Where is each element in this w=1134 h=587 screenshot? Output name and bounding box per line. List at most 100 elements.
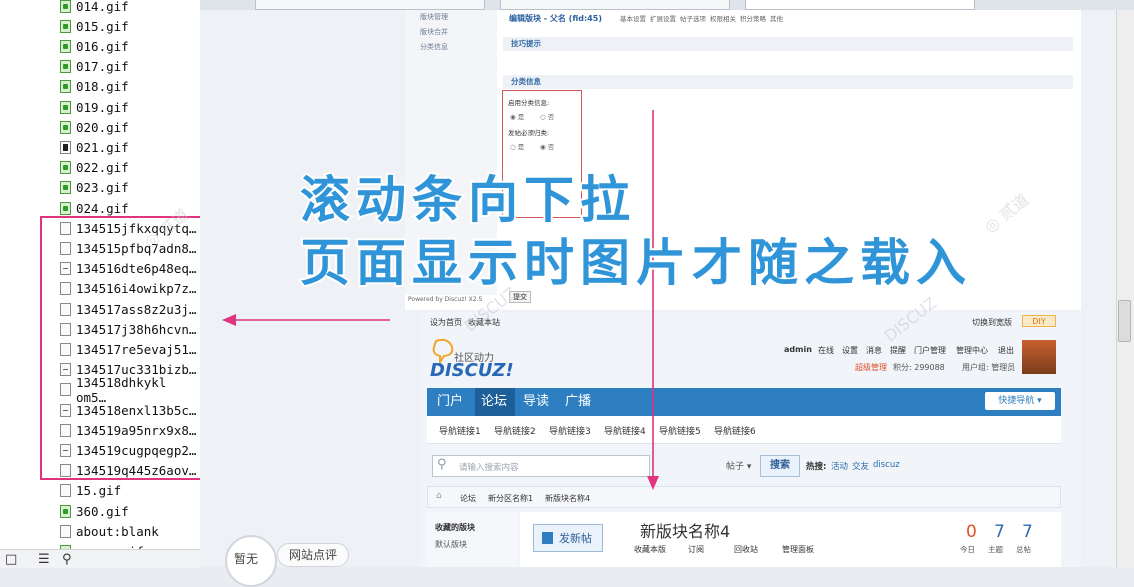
hot-term[interactable]: discuz — [873, 460, 900, 470]
file-list-item[interactable]: 015.gif — [60, 16, 200, 36]
radio-no-2[interactable]: ◉ 否 — [540, 141, 554, 151]
search-icon[interactable]: ⚲ — [62, 552, 72, 567]
admin-tab[interactable]: 权限相关 — [710, 13, 736, 23]
user-name[interactable]: admin — [784, 345, 812, 354]
new-post-button[interactable]: 发新帖 — [533, 524, 603, 552]
user-menu: 在线 设置 消息 提醒 门户管理 管理中心 退出 — [818, 345, 1048, 357]
rating-label: 暂无 — [234, 552, 259, 566]
search-button[interactable]: 搜索 — [760, 455, 800, 477]
file-name: 016.gif — [76, 38, 129, 54]
gif-icon — [60, 201, 71, 215]
caption-line-2: 页面显示时图片才随之载入 — [298, 232, 972, 294]
search-input[interactable]: 请输入搜索内容 — [459, 461, 519, 473]
note-icon — [542, 532, 553, 544]
radio-yes-2[interactable]: ○ 是 — [510, 141, 524, 151]
admin-tab[interactable]: 基本设置 — [620, 13, 646, 23]
admin-tabs: 基本设置 扩展设置 帖子选项 权限相关 积分策略 其他 — [620, 13, 920, 25]
diy-button[interactable]: DIY — [1022, 315, 1056, 327]
file-list-item[interactable]: 020.gif — [60, 117, 200, 137]
site-review-button[interactable]: 网站点评 — [277, 543, 349, 567]
file-list-item[interactable]: 15.gif — [60, 481, 200, 501]
subnav-link[interactable]: 导航链接5 — [659, 424, 701, 437]
stat-label: 主题 — [988, 545, 1003, 554]
breadcrumb-section[interactable]: 新分区名称1 — [488, 493, 533, 504]
admin-side-link[interactable]: 版块管理 — [420, 12, 448, 22]
nav-portal[interactable]: 门户 — [437, 388, 463, 416]
sidebar-item[interactable]: 默认版块 — [435, 539, 467, 550]
board-action[interactable]: 收藏本版 — [634, 544, 666, 555]
user-menu-item[interactable]: 门户管理 — [914, 345, 946, 356]
avatar[interactable] — [1022, 340, 1056, 374]
board-action[interactable]: 管理面板 — [782, 544, 814, 555]
user-menu-item[interactable]: 设置 — [842, 345, 858, 356]
nav-broadcast[interactable]: 广播 — [565, 388, 591, 416]
sidebar-title: 收藏的版块 — [435, 523, 475, 532]
scrollbar-thumb[interactable] — [1118, 300, 1131, 342]
board-action[interactable]: 订阅 — [688, 544, 704, 555]
file-list-item[interactable]: 022.gif — [60, 158, 200, 178]
file-list-item[interactable]: 021.gif — [60, 137, 200, 157]
admin-tab[interactable]: 积分策略 — [740, 13, 766, 23]
user-group[interactable]: 超级管理 — [855, 362, 887, 373]
user-menu-item[interactable]: 管理中心 — [956, 345, 988, 356]
stat-value: 7 — [1022, 522, 1033, 542]
subnav-link[interactable]: 导航链接1 — [439, 424, 481, 437]
admin-tab[interactable]: 其他 — [770, 13, 783, 23]
file-name: 023.gif — [76, 180, 129, 196]
admin-tab[interactable]: 帖子选项 — [680, 13, 706, 23]
admin-side-link[interactable]: 版块合并 — [420, 27, 448, 37]
hot-term[interactable]: 活动 — [831, 460, 848, 472]
file-list-item[interactable]: 018.gif — [60, 77, 200, 97]
file-list-item[interactable]: 014.gif — [60, 0, 200, 16]
hot-term[interactable]: 交友 — [852, 460, 869, 472]
browser-tab-active[interactable] — [745, 0, 975, 10]
user-menu-item[interactable]: 在线 — [818, 345, 834, 356]
user-group-label[interactable]: 用户组: 管理员 — [962, 362, 1015, 373]
subnav-link[interactable]: 导航链接3 — [549, 424, 591, 437]
nav-forum[interactable]: 论坛 — [481, 388, 507, 416]
list-icon[interactable]: ☰ — [38, 552, 50, 567]
file-list-item[interactable]: 019.gif — [60, 97, 200, 117]
file-list-item[interactable]: 023.gif — [60, 178, 200, 198]
gif-icon — [60, 161, 71, 175]
home-icon[interactable]: ⌂ — [436, 491, 442, 501]
gif-icon — [60, 0, 71, 13]
file-list-item[interactable]: 016.gif — [60, 36, 200, 56]
admin-tab[interactable]: 扩展设置 — [650, 13, 676, 23]
browser-tab[interactable] — [500, 0, 730, 10]
square-icon[interactable]: □ — [5, 552, 17, 567]
user-menu-item[interactable]: 提醒 — [890, 345, 906, 356]
radio-no[interactable]: ○ 否 — [540, 111, 554, 121]
stat-label: 今日 — [960, 545, 975, 554]
subnav-link[interactable]: 导航链接4 — [604, 424, 646, 437]
set-homepage-link[interactable]: 设为首页 — [430, 317, 462, 328]
quick-nav-button[interactable]: 快捷导航 ▾ — [985, 392, 1055, 410]
breadcrumb-forum[interactable]: 论坛 — [460, 493, 476, 504]
radio-yes[interactable]: ◉ 是 — [510, 111, 524, 121]
option-required-label: 发帖必须归类: — [508, 129, 550, 137]
hot-label: 热搜: — [806, 462, 827, 472]
user-menu-item[interactable]: 退出 — [998, 345, 1014, 356]
admin-powered: Powered by Discuz! X2.5 — [408, 296, 483, 303]
board-action[interactable]: 回收站 — [734, 544, 758, 555]
breadcrumb-board[interactable]: 新版块名称4 — [545, 493, 590, 504]
file-list-item[interactable]: about:blank — [60, 521, 200, 541]
file-name: 017.gif — [76, 59, 129, 75]
highlight-box — [40, 216, 208, 480]
admin-side-link[interactable]: 分类信息 — [420, 42, 448, 52]
file-name: 014.gif — [76, 0, 129, 14]
switch-wide-link[interactable]: 切换到宽版 — [972, 317, 1012, 328]
file-list-item[interactable]: 360.gif — [60, 501, 200, 521]
vertical-scrollbar[interactable] — [1116, 10, 1134, 567]
file-list-item[interactable]: 017.gif — [60, 57, 200, 77]
nav-guide[interactable]: 导读 — [523, 388, 549, 416]
admin-breadcrumb: 编辑版块 - 父名 (fid:45) — [509, 14, 602, 23]
browser-tab[interactable] — [255, 0, 485, 10]
user-menu-item[interactable]: 消息 — [866, 345, 882, 356]
browser-tab-bar — [200, 0, 1134, 10]
file-name: 018.gif — [76, 79, 129, 95]
subnav-link[interactable]: 导航链接2 — [494, 424, 536, 437]
subnav-link[interactable]: 导航链接6 — [714, 424, 756, 437]
search-scope-select[interactable]: 帖子 ▾ — [726, 459, 751, 472]
points[interactable]: 积分: 299088 — [893, 362, 945, 373]
